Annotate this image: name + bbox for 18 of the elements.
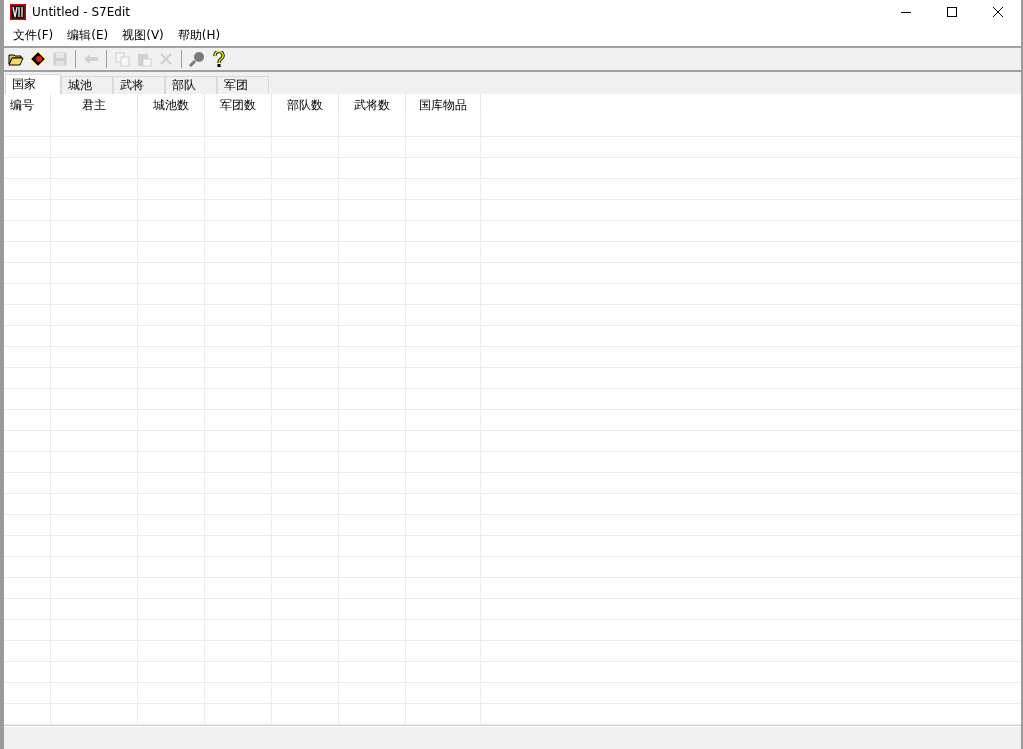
help-icon[interactable] bbox=[213, 51, 225, 67]
search-icon[interactable] bbox=[189, 51, 205, 67]
diamond-icon[interactable] bbox=[30, 51, 46, 67]
minimize-icon[interactable] bbox=[901, 11, 911, 13]
menu-item[interactable]: 视图(V) bbox=[115, 24, 171, 46]
menu-item[interactable]: 帮助(H) bbox=[170, 24, 228, 46]
tab[interactable]: 军团 bbox=[217, 76, 269, 94]
open-folder-icon[interactable] bbox=[8, 52, 24, 66]
tab[interactable]: 部队 bbox=[165, 76, 217, 94]
close-icon[interactable] bbox=[993, 7, 1003, 17]
tab[interactable]: 武将 bbox=[113, 76, 165, 94]
app-icon bbox=[10, 4, 26, 20]
window-title: Untitled - S7Edit bbox=[32, 5, 131, 19]
tab[interactable]: 城池 bbox=[61, 76, 113, 94]
maximize-icon[interactable] bbox=[947, 7, 957, 17]
menu-item[interactable]: 文件(F) bbox=[6, 24, 61, 46]
menu-item[interactable]: 编辑(E) bbox=[60, 24, 116, 46]
tab[interactable]: 国家 bbox=[5, 74, 61, 94]
